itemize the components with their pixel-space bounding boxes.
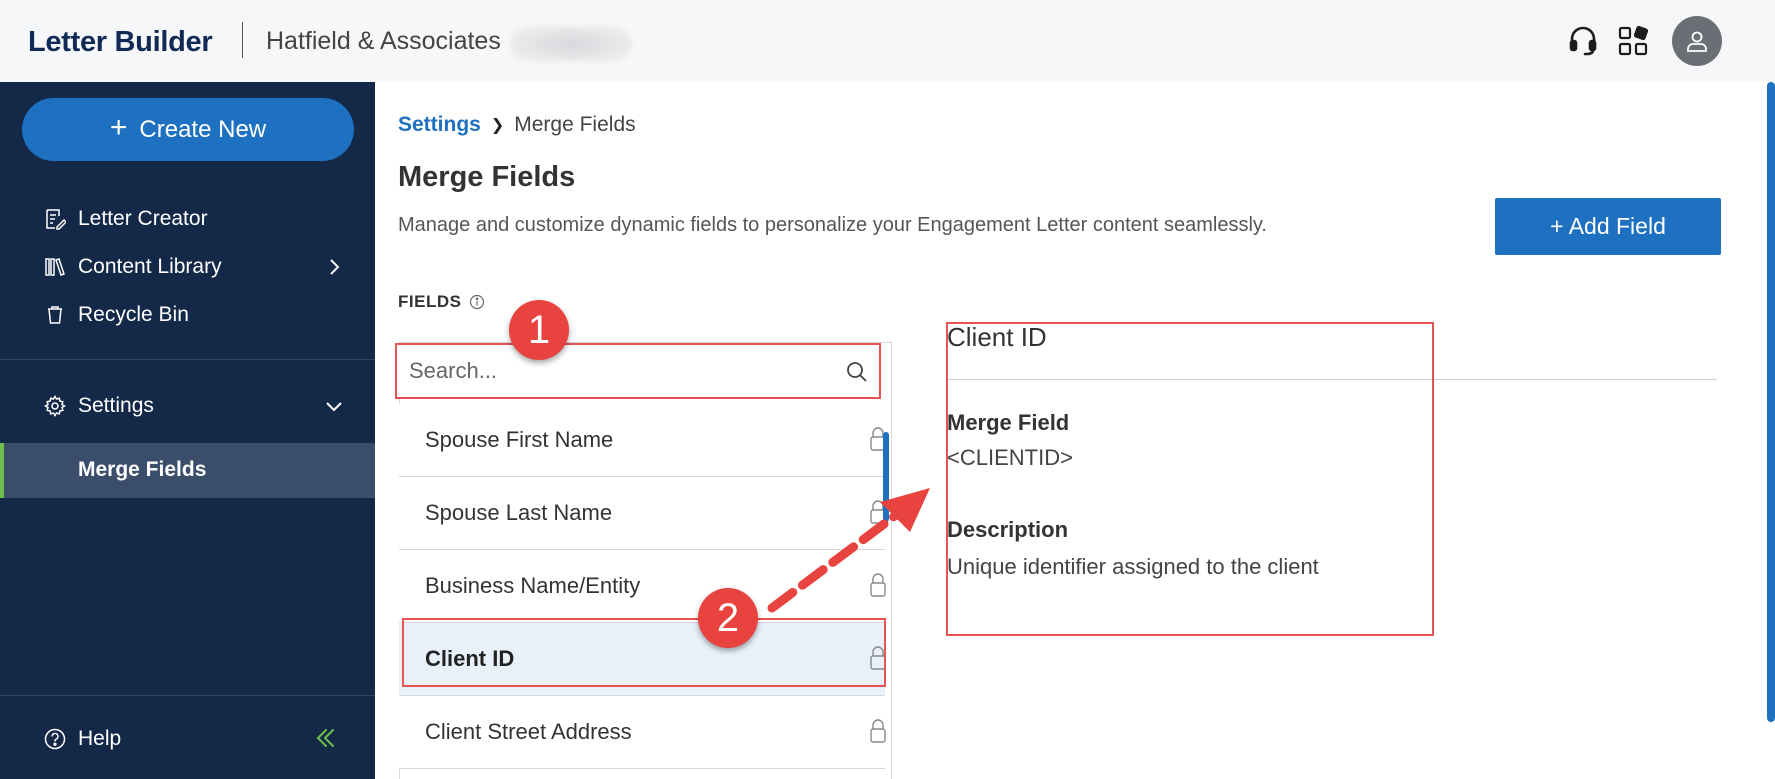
fields-label-text: FIELDS (398, 292, 462, 311)
redacted-user-chip (510, 26, 632, 62)
field-name: Business Name/Entity (425, 573, 641, 598)
sidebar-item-merge-fields[interactable]: Merge Fields (0, 443, 375, 498)
help-circle-icon (44, 728, 66, 750)
active-indicator (0, 443, 4, 498)
sidebar-divider (0, 359, 375, 360)
breadcrumb-separator-icon: ❯ (490, 117, 505, 134)
sidebar-item-recycle-bin[interactable]: Recycle Bin (0, 291, 375, 339)
field-name: Client Street Address (425, 719, 632, 744)
user-avatar-icon[interactable] (1672, 16, 1722, 66)
field-name: Spouse First Name (425, 427, 614, 452)
fields-section-label: FIELDS (398, 292, 485, 312)
selected-row-highlight (402, 618, 886, 687)
annotation-arrow (767, 488, 930, 613)
sidebar: + Create New Letter Creator Content Libr… (0, 82, 375, 779)
field-row-client-street-address[interactable]: Client Street Address (399, 696, 886, 769)
app-header: Letter Builder Hatfield & Associates (0, 0, 1775, 82)
lock-icon (870, 719, 886, 743)
create-new-button[interactable]: + Create New (22, 98, 354, 161)
sidebar-divider (0, 695, 375, 696)
collapse-sidebar-icon[interactable] (314, 726, 338, 750)
plus-icon: + (109, 111, 128, 144)
sidebar-item-letter-creator[interactable]: Letter Creator (0, 195, 375, 243)
field-name: Spouse Last Name (425, 500, 613, 525)
sidebar-item-label: Settings (78, 394, 154, 417)
search-input[interactable] (409, 345, 829, 397)
sidebar-item-content-library[interactable]: Content Library (0, 243, 375, 291)
page-title: Merge Fields (398, 161, 576, 193)
sidebar-item-settings[interactable]: Settings (0, 382, 375, 430)
breadcrumb: Settings ❯ Merge Fields (398, 113, 636, 137)
gear-icon (44, 395, 66, 417)
search-box (395, 343, 881, 399)
help-label: Help (78, 727, 122, 750)
apps-grid-icon[interactable] (1617, 24, 1651, 58)
sidebar-item-label: Letter Creator (78, 207, 208, 230)
info-icon[interactable] (469, 294, 485, 310)
chevron-down-icon (326, 402, 342, 412)
breadcrumb-current: Merge Fields (514, 113, 636, 136)
headset-icon[interactable] (1566, 24, 1600, 58)
breadcrumb-settings-link[interactable]: Settings (398, 113, 481, 137)
chevron-right-icon (330, 259, 340, 275)
page-scrollbar[interactable] (1767, 82, 1775, 722)
create-new-label: Create New (139, 115, 267, 143)
search-icon[interactable] (845, 360, 869, 384)
step-1-badge: 1 (509, 300, 569, 360)
field-row-spouse-first-name[interactable]: Spouse First Name (399, 404, 886, 477)
add-field-button[interactable]: + Add Field (1495, 198, 1721, 255)
library-books-icon (45, 258, 65, 276)
detail-highlight (946, 322, 1434, 636)
sidebar-item-label: Merge Fields (78, 458, 207, 481)
brand-divider (242, 22, 243, 58)
sidebar-item-label: Content Library (78, 255, 222, 278)
sidebar-item-label: Recycle Bin (78, 303, 189, 326)
app-brand[interactable]: Letter Builder (28, 26, 213, 59)
step-2-badge: 2 (698, 588, 758, 648)
org-name: Hatfield & Associates (266, 27, 501, 55)
page-description: Manage and customize dynamic fields to p… (398, 214, 1267, 236)
letter-creator-icon (46, 209, 66, 230)
trash-icon (48, 306, 62, 324)
